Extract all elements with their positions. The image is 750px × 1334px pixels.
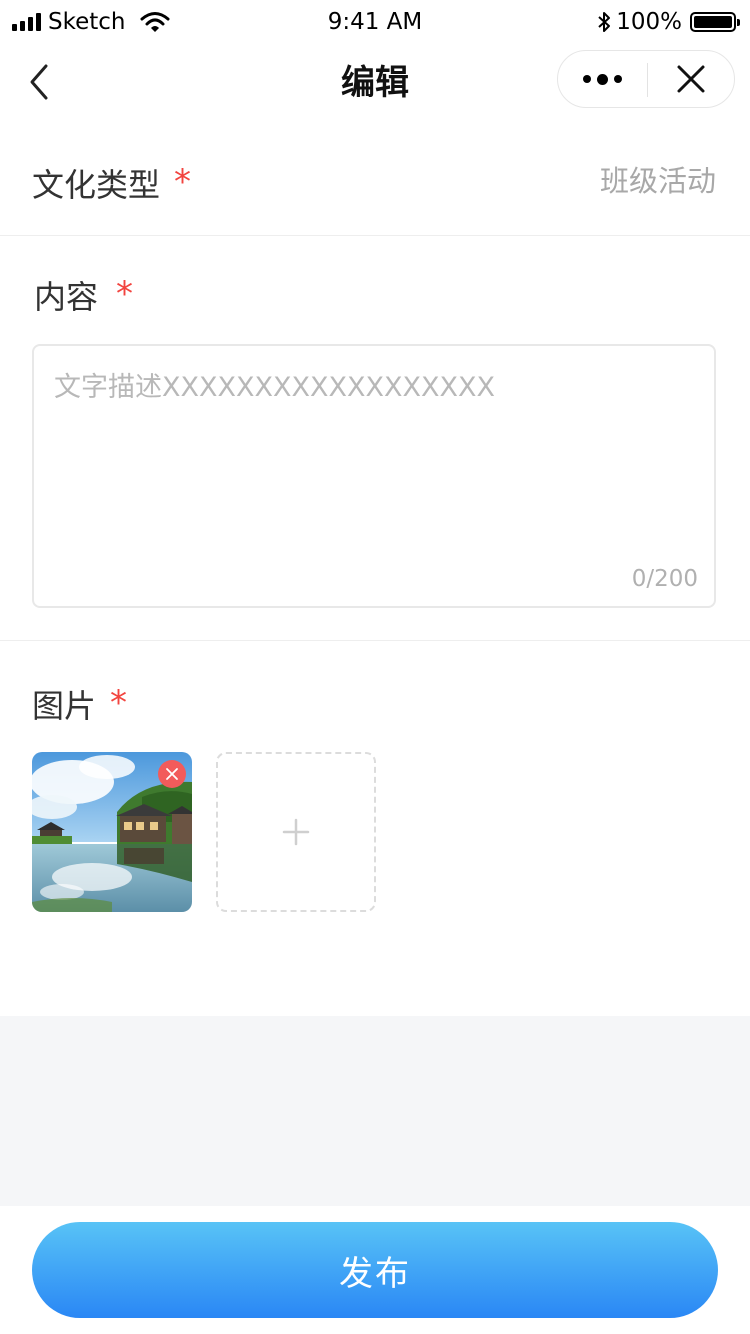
nav-bar: 编辑	[0, 40, 750, 128]
content-textarea[interactable]: 文字描述XXXXXXXXXXXXXXXXXX 0/200	[32, 344, 716, 608]
more-icon	[583, 75, 591, 83]
culture-type-label: 文化类型	[32, 166, 161, 204]
battery-icon	[690, 12, 740, 32]
delete-image-button[interactable]	[158, 760, 186, 788]
close-icon	[677, 65, 705, 93]
bottom-bar: 发布	[0, 1206, 750, 1334]
required-mark: *	[174, 162, 191, 202]
content-label: 内容	[34, 278, 99, 316]
status-right: 100%	[596, 8, 740, 36]
battery-percent: 100%	[616, 9, 682, 35]
required-mark: *	[116, 274, 133, 314]
publish-button[interactable]: 发布	[32, 1222, 718, 1318]
required-mark: *	[110, 683, 127, 723]
delete-icon	[166, 768, 178, 780]
culture-type-value[interactable]: 班级活动	[600, 162, 716, 200]
close-button[interactable]	[648, 51, 734, 107]
plus-icon	[282, 818, 310, 846]
content-section: 内容 * 文字描述XXXXXXXXXXXXXXXXXX 0/200	[0, 236, 750, 641]
page-background-area	[0, 1016, 750, 1206]
more-button[interactable]	[558, 51, 647, 107]
images-section: 图片 *	[0, 641, 750, 1015]
bluetooth-icon	[598, 12, 611, 32]
char-counter: 0/200	[631, 566, 698, 592]
content-placeholder: 文字描述XXXXXXXXXXXXXXXXXX	[54, 372, 495, 403]
images-label: 图片	[32, 687, 97, 725]
status-bar: Sketch 9:41 AM 100%	[0, 0, 750, 40]
add-image-button[interactable]	[216, 752, 376, 912]
mini-program-capsule	[557, 50, 735, 108]
culture-type-row[interactable]: 文化类型 * 班级活动	[0, 128, 750, 236]
